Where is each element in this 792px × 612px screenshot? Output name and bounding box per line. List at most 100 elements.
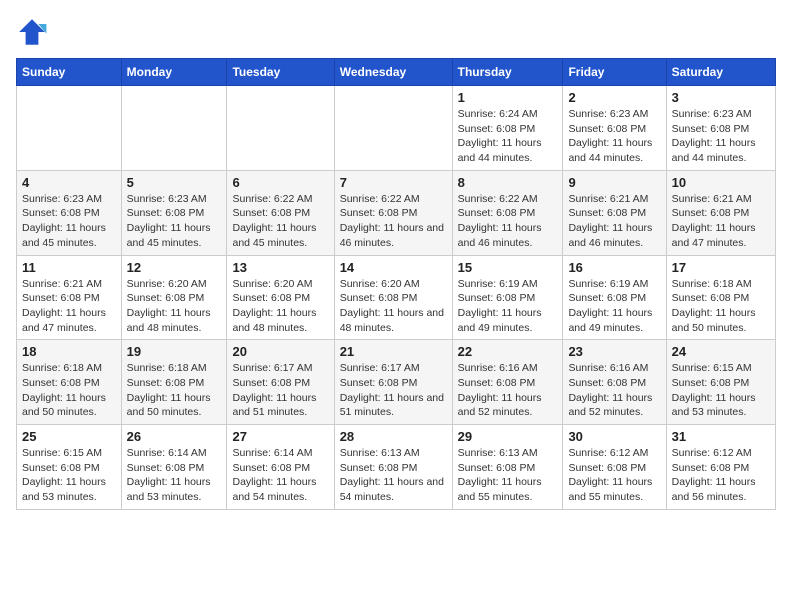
day-number: 4 [22,175,116,190]
calendar-cell: 18 Sunrise: 6:18 AM Sunset: 6:08 PM Dayli… [17,340,122,425]
day-number: 26 [127,429,222,444]
weekday-header: Wednesday [334,59,452,86]
calendar-header: SundayMondayTuesdayWednesdayThursdayFrid… [17,59,776,86]
calendar-cell: 15Sunrise: 6:19 AM Sunset: 6:08 PM Dayli… [452,255,563,340]
calendar-cell: 25 Sunrise: 6:15 AM Sunset: 6:08 PM Dayli… [17,425,122,510]
day-info: Sunrise: 6:16 AM Sunset: 6:08 PM Dayligh… [568,361,660,420]
day-info: Sunrise: 6:15 AM Sunset: 6:08 PM Dayligh… [672,361,770,420]
calendar-cell: 29 Sunrise: 6:13 AM Sunset: 6:08 PM Dayli… [452,425,563,510]
day-number: 30 [568,429,660,444]
day-number: 2 [568,90,660,105]
day-number: 15 [458,260,558,275]
calendar-cell: 3 Sunrise: 6:23 AM Sunset: 6:08 PM Daylig… [666,86,775,171]
calendar-cell: 31Sunrise: 6:12 AM Sunset: 6:08 PM Dayli… [666,425,775,510]
calendar-cell: 28Sunrise: 6:13 AM Sunset: 6:08 PM Dayli… [334,425,452,510]
calendar-cell: 2 Sunrise: 6:23 AM Sunset: 6:08 PM Daylig… [563,86,666,171]
day-number: 5 [127,175,222,190]
day-info: Sunrise: 6:18 AM Sunset: 6:08 PM Dayligh… [127,361,222,420]
calendar-cell: 5 Sunrise: 6:23 AM Sunset: 6:08 PM Daylig… [121,170,227,255]
calendar-cell [121,86,227,171]
day-info: Sunrise: 6:16 AM Sunset: 6:08 PM Dayligh… [458,361,558,420]
day-info: Sunrise: 6:14 AM Sunset: 6:08 PM Dayligh… [232,446,328,505]
week-row: 1Sunrise: 6:24 AM Sunset: 6:08 PM Daylig… [17,86,776,171]
day-info: Sunrise: 6:14 AM Sunset: 6:08 PM Dayligh… [127,446,222,505]
logo [16,16,52,48]
calendar-cell: 23Sunrise: 6:16 AM Sunset: 6:08 PM Dayli… [563,340,666,425]
day-number: 24 [672,344,770,359]
day-info: Sunrise: 6:22 AM Sunset: 6:08 PM Dayligh… [232,192,328,251]
calendar-cell: 27 Sunrise: 6:14 AM Sunset: 6:08 PM Dayli… [227,425,334,510]
day-number: 3 [672,90,770,105]
day-number: 21 [340,344,447,359]
day-info: Sunrise: 6:21 AM Sunset: 6:08 PM Dayligh… [672,192,770,251]
day-number: 20 [232,344,328,359]
day-info: Sunrise: 6:22 AM Sunset: 6:08 PM Dayligh… [340,192,447,251]
day-info: Sunrise: 6:13 AM Sunset: 6:08 PM Dayligh… [340,446,447,505]
calendar-cell: 9Sunrise: 6:21 AM Sunset: 6:08 PM Daylig… [563,170,666,255]
day-number: 9 [568,175,660,190]
calendar-cell: 7 Sunrise: 6:22 AM Sunset: 6:08 PM Daylig… [334,170,452,255]
day-number: 25 [22,429,116,444]
calendar-cell: 4 Sunrise: 6:23 AM Sunset: 6:08 PM Daylig… [17,170,122,255]
calendar-cell: 19Sunrise: 6:18 AM Sunset: 6:08 PM Dayli… [121,340,227,425]
day-info: Sunrise: 6:18 AM Sunset: 6:08 PM Dayligh… [672,277,770,336]
page-header [16,16,776,48]
day-info: Sunrise: 6:15 AM Sunset: 6:08 PM Dayligh… [22,446,116,505]
day-number: 14 [340,260,447,275]
day-number: 10 [672,175,770,190]
weekday-header: Thursday [452,59,563,86]
day-number: 22 [458,344,558,359]
calendar-cell: 22 Sunrise: 6:16 AM Sunset: 6:08 PM Dayli… [452,340,563,425]
weekday-header: Sunday [17,59,122,86]
weekday-row: SundayMondayTuesdayWednesdayThursdayFrid… [17,59,776,86]
day-info: Sunrise: 6:17 AM Sunset: 6:08 PM Dayligh… [232,361,328,420]
day-info: Sunrise: 6:18 AM Sunset: 6:08 PM Dayligh… [22,361,116,420]
day-info: Sunrise: 6:21 AM Sunset: 6:08 PM Dayligh… [22,277,116,336]
day-info: Sunrise: 6:13 AM Sunset: 6:08 PM Dayligh… [458,446,558,505]
calendar-cell: 26 Sunrise: 6:14 AM Sunset: 6:08 PM Dayli… [121,425,227,510]
day-number: 18 [22,344,116,359]
calendar-cell: 13 Sunrise: 6:20 AM Sunset: 6:08 PM Dayli… [227,255,334,340]
calendar-cell: 1Sunrise: 6:24 AM Sunset: 6:08 PM Daylig… [452,86,563,171]
day-number: 11 [22,260,116,275]
calendar-cell: 20 Sunrise: 6:17 AM Sunset: 6:08 PM Dayli… [227,340,334,425]
day-info: Sunrise: 6:20 AM Sunset: 6:08 PM Dayligh… [340,277,447,336]
day-number: 13 [232,260,328,275]
calendar-cell: 6 Sunrise: 6:22 AM Sunset: 6:08 PM Daylig… [227,170,334,255]
calendar-cell: 17Sunrise: 6:18 AM Sunset: 6:08 PM Dayli… [666,255,775,340]
day-number: 27 [232,429,328,444]
calendar-cell [334,86,452,171]
day-info: Sunrise: 6:17 AM Sunset: 6:08 PM Dayligh… [340,361,447,420]
day-info: Sunrise: 6:20 AM Sunset: 6:08 PM Dayligh… [232,277,328,336]
weekday-header: Monday [121,59,227,86]
calendar-body: 1Sunrise: 6:24 AM Sunset: 6:08 PM Daylig… [17,86,776,510]
day-info: Sunrise: 6:23 AM Sunset: 6:08 PM Dayligh… [22,192,116,251]
day-number: 7 [340,175,447,190]
calendar-cell: 21 Sunrise: 6:17 AM Sunset: 6:08 PM Dayli… [334,340,452,425]
day-number: 8 [458,175,558,190]
week-row: 11 Sunrise: 6:21 AM Sunset: 6:08 PM Dayli… [17,255,776,340]
day-number: 16 [568,260,660,275]
calendar-cell: 24 Sunrise: 6:15 AM Sunset: 6:08 PM Dayli… [666,340,775,425]
calendar-cell [17,86,122,171]
calendar-cell: 16Sunrise: 6:19 AM Sunset: 6:08 PM Dayli… [563,255,666,340]
week-row: 18 Sunrise: 6:18 AM Sunset: 6:08 PM Dayli… [17,340,776,425]
day-info: Sunrise: 6:23 AM Sunset: 6:08 PM Dayligh… [568,107,660,166]
day-info: Sunrise: 6:23 AM Sunset: 6:08 PM Dayligh… [127,192,222,251]
day-number: 6 [232,175,328,190]
calendar-cell: 10 Sunrise: 6:21 AM Sunset: 6:08 PM Dayli… [666,170,775,255]
day-number: 29 [458,429,558,444]
calendar-cell: 11 Sunrise: 6:21 AM Sunset: 6:08 PM Dayli… [17,255,122,340]
week-row: 4 Sunrise: 6:23 AM Sunset: 6:08 PM Daylig… [17,170,776,255]
day-info: Sunrise: 6:24 AM Sunset: 6:08 PM Dayligh… [458,107,558,166]
weekday-header: Saturday [666,59,775,86]
day-info: Sunrise: 6:23 AM Sunset: 6:08 PM Dayligh… [672,107,770,166]
calendar-cell [227,86,334,171]
day-info: Sunrise: 6:12 AM Sunset: 6:08 PM Dayligh… [568,446,660,505]
logo-icon [16,16,48,48]
day-info: Sunrise: 6:20 AM Sunset: 6:08 PM Dayligh… [127,277,222,336]
day-number: 31 [672,429,770,444]
day-info: Sunrise: 6:22 AM Sunset: 6:08 PM Dayligh… [458,192,558,251]
weekday-header: Friday [563,59,666,86]
calendar-cell: 14 Sunrise: 6:20 AM Sunset: 6:08 PM Dayli… [334,255,452,340]
